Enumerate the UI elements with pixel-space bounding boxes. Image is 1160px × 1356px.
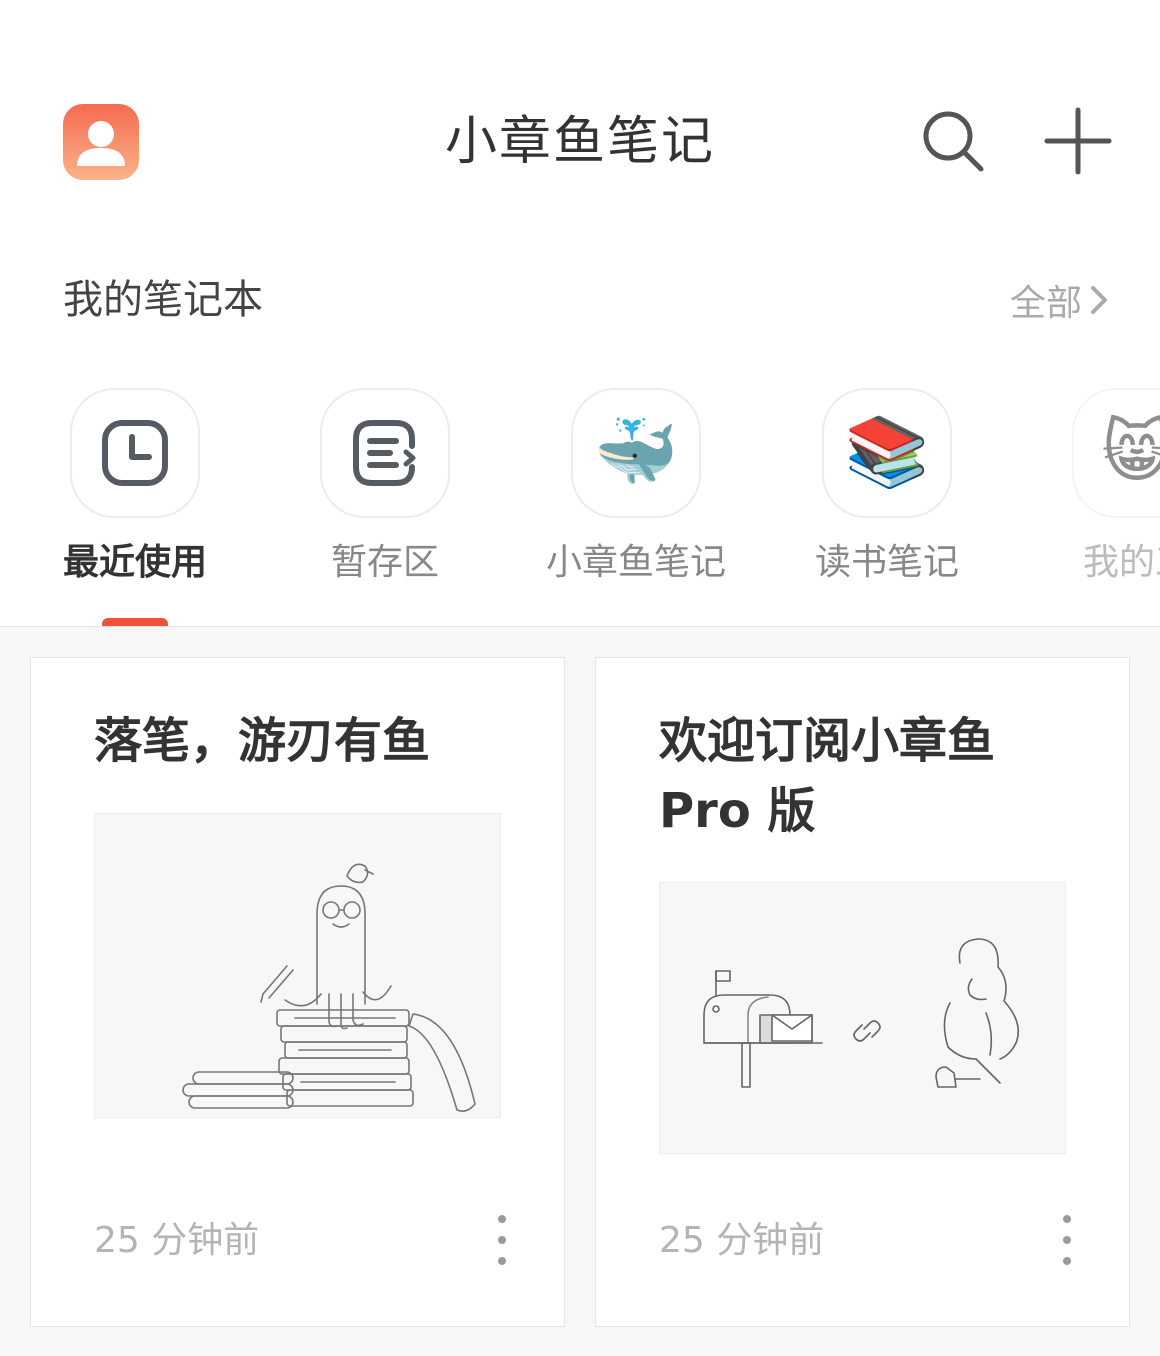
notebook-item-reading-notes[interactable]: 📚 读书笔记 [752,388,1022,626]
note-title: 落笔，游刃有鱼 [94,713,431,769]
notebook-icon-tile: 😸 [1072,388,1160,518]
notebook-label: 我的工 [1082,542,1160,583]
add-note-button[interactable] [1040,104,1116,180]
plus-icon [1044,107,1112,175]
notebook-strip[interactable]: 最近使用 暂存区 🐳 小章鱼笔记 📚 读书笔记 😸 我的 [0,388,1160,626]
notebook-icon-tile [70,388,200,518]
notebooks-section-title: 我的笔记本 [63,277,263,323]
note-timestamp: 25 分钟前 [94,1220,260,1261]
cat-face-icon: 😸 [1101,413,1160,492]
search-button[interactable] [914,104,990,180]
notebook-icon-tile [320,388,450,518]
note-cover-image [94,813,501,1118]
note-card[interactable]: 欢迎订阅小章鱼 Pro 版 25 分钟前 [595,657,1130,1327]
notebook-item-drafts[interactable]: 暂存区 [250,388,520,626]
notebook-label: 小章鱼笔记 [545,542,726,583]
see-all-link[interactable]: 全部 [1010,272,1110,328]
note-title: 欢迎订阅小章鱼 Pro 版 [659,713,996,839]
note-cover-image [659,882,1066,1154]
whale-icon: 🐳 [593,413,679,492]
notebook-label: 最近使用 [62,542,207,583]
search-icon [923,111,984,172]
notebook-item-octopus-notes[interactable]: 🐳 小章鱼笔记 [501,388,771,626]
more-vertical-icon [1063,1215,1071,1265]
more-vertical-icon [498,1215,506,1265]
chevron-right-icon [1091,286,1107,314]
more-options-button[interactable] [490,1213,514,1269]
see-all-label: 全部 [1009,283,1082,324]
mailbox-person-illustration [703,938,1020,1088]
top-panel: 小章鱼笔记 我的笔记本 全部 最近使用 暂存区 🐳 小章鱼笔记 📚 读书笔记 😸… [0,0,1160,627]
notebook-icon-tile: 🐳 [571,388,701,518]
notebook-label: 暂存区 [330,542,439,583]
note-timestamp: 25 分钟前 [659,1220,825,1261]
books-icon: 📚 [844,413,930,492]
notebook-label: 读书笔记 [814,542,959,583]
more-options-button[interactable] [1055,1213,1079,1269]
note-card[interactable]: 落笔，游刃有鱼 25 分钟前 [30,657,565,1327]
notebook-item-recent[interactable]: 最近使用 [0,388,270,626]
active-indicator [102,618,168,626]
octopus-books-illustration [182,863,476,1112]
notebook-icon-tile: 📚 [822,388,952,518]
notebook-item-my-work[interactable]: 😸 我的工 [1002,388,1160,626]
draft-icon [353,420,416,486]
clock-icon [102,420,168,486]
